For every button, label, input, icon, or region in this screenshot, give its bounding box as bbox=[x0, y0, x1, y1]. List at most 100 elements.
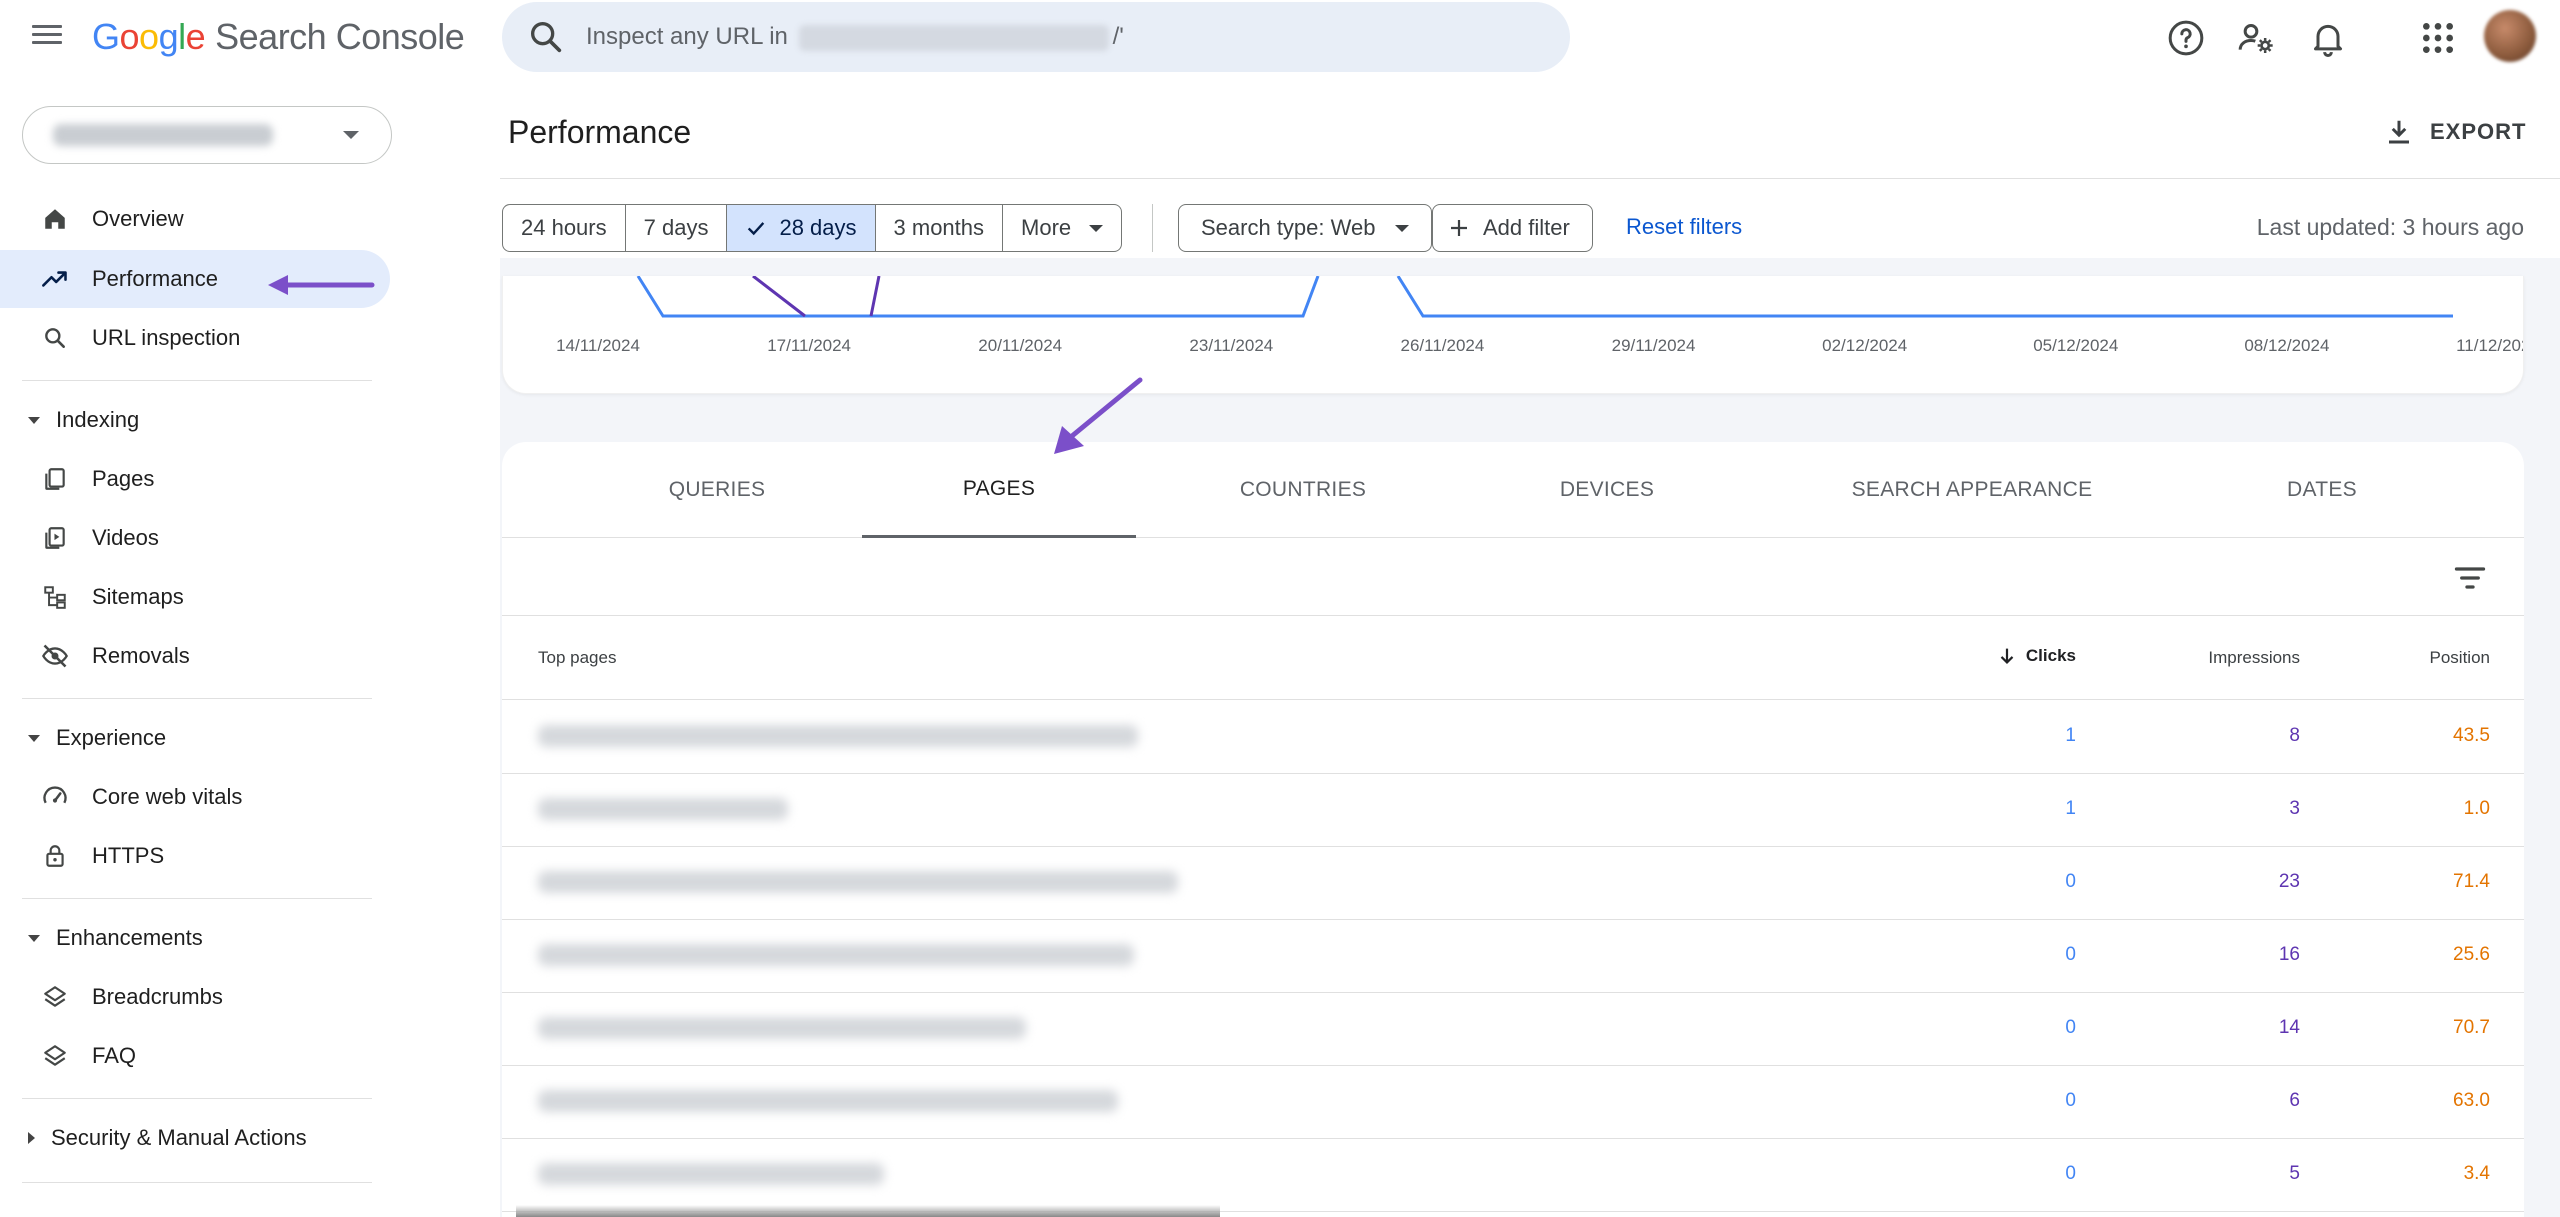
blurred-page-url[interactable] bbox=[538, 1090, 1118, 1112]
tab-queries[interactable]: QUERIES bbox=[602, 442, 832, 538]
sidebar-item-label: Performance bbox=[92, 266, 218, 291]
sidebar-item-url-inspection[interactable]: URL inspection bbox=[0, 309, 390, 367]
search-type-filter[interactable]: Search type: Web bbox=[1178, 204, 1433, 252]
divider bbox=[22, 380, 372, 381]
range-28-days[interactable]: 28 days bbox=[727, 205, 876, 251]
col-header-top-pages[interactable]: Top pages bbox=[538, 648, 616, 668]
cell-position: 3.4 bbox=[2463, 1163, 2490, 1184]
collapse-arrow-icon bbox=[28, 734, 40, 742]
col-header-position[interactable]: Position bbox=[2430, 648, 2490, 668]
filter-list-icon[interactable] bbox=[2452, 560, 2488, 596]
sidebar-item-https[interactable]: HTTPS bbox=[0, 827, 390, 885]
section-security-manual-actions[interactable]: Security & Manual Actions bbox=[0, 1112, 390, 1164]
dropdown-arrow-icon bbox=[1395, 224, 1410, 232]
tab-pages[interactable]: PAGES bbox=[862, 442, 1136, 538]
section-experience[interactable]: Experience bbox=[0, 712, 390, 764]
blurred-page-url[interactable] bbox=[538, 798, 788, 820]
blurred-page-url[interactable] bbox=[538, 1017, 1026, 1039]
sidebar-item-label: FAQ bbox=[92, 1043, 137, 1068]
apps-grid-icon[interactable] bbox=[2418, 18, 2458, 58]
product-name: Search Console bbox=[215, 16, 465, 57]
property-selector[interactable] bbox=[22, 106, 392, 164]
sidebar-item-label: URL inspection bbox=[92, 325, 241, 350]
tab-countries[interactable]: COUNTRIES bbox=[1178, 442, 1428, 538]
table-toolbar bbox=[502, 538, 2524, 616]
home-icon bbox=[40, 204, 70, 234]
sidebar-item-performance[interactable]: Performance bbox=[0, 250, 390, 308]
x-tick-label: 26/11/2024 bbox=[1401, 336, 1485, 355]
sidebar-item-videos[interactable]: Videos bbox=[0, 509, 390, 567]
range-more[interactable]: More bbox=[1003, 205, 1121, 251]
blurred-page-url[interactable] bbox=[538, 944, 1134, 966]
divider bbox=[22, 698, 372, 699]
cell-position: 43.5 bbox=[2453, 725, 2490, 746]
table-row[interactable]: 1 8 43.5 bbox=[502, 701, 2524, 774]
sidebar-item-label: Sitemaps bbox=[92, 584, 184, 609]
sidebar-item-overview[interactable]: Overview bbox=[0, 190, 390, 248]
lock-icon bbox=[40, 841, 70, 871]
cell-impressions: 8 bbox=[2289, 725, 2300, 746]
help-icon[interactable] bbox=[2166, 18, 2206, 58]
sidebar-item-sitemaps[interactable]: Sitemaps bbox=[0, 568, 390, 626]
cell-clicks: 0 bbox=[2065, 944, 2076, 965]
cell-impressions: 23 bbox=[2278, 871, 2300, 892]
search-console-logo[interactable]: Google Search Console bbox=[92, 16, 465, 58]
cell-position: 63.0 bbox=[2453, 1090, 2490, 1111]
sidebar-item-breadcrumbs[interactable]: Breadcrumbs bbox=[0, 968, 390, 1026]
export-button[interactable]: EXPORT bbox=[2384, 110, 2526, 154]
sidebar-item-links-partial[interactable] bbox=[0, 1194, 390, 1217]
collapse-arrow-icon bbox=[28, 416, 40, 424]
blurred-page-url[interactable] bbox=[538, 1163, 884, 1185]
cell-impressions: 14 bbox=[2278, 1017, 2300, 1038]
table-row[interactable]: 0 6 63.0 bbox=[502, 1066, 2524, 1139]
section-title: Enhancements bbox=[56, 925, 203, 950]
table-row[interactable]: 0 5 3.4 bbox=[502, 1139, 2524, 1212]
menu-icon[interactable] bbox=[32, 20, 68, 56]
blurred-page-url[interactable] bbox=[538, 871, 1178, 893]
x-tick-label: 20/11/2024 bbox=[978, 336, 1062, 355]
cell-impressions: 3 bbox=[2289, 798, 2300, 819]
cell-position: 25.6 bbox=[2453, 944, 2490, 965]
tab-search-appearance[interactable]: SEARCH APPEARANCE bbox=[1802, 442, 2142, 538]
sidebar-item-pages[interactable]: Pages bbox=[0, 450, 390, 508]
x-tick-label: 05/12/2024 bbox=[2033, 336, 2118, 355]
reset-filters-link[interactable]: Reset filters bbox=[1626, 214, 1742, 240]
chart-svg: 14/11/2024 17/11/2024 20/11/2024 23/11/2024… bbox=[556, 276, 2523, 355]
table-header: Top pages Clicks Impressions Position bbox=[502, 616, 2524, 700]
col-header-clicks[interactable]: Clicks bbox=[1996, 645, 2076, 667]
section-indexing[interactable]: Indexing bbox=[0, 394, 390, 446]
range-7-days[interactable]: 7 days bbox=[626, 205, 728, 251]
table-row[interactable]: 1 3 1.0 bbox=[502, 774, 2524, 847]
notifications-icon[interactable] bbox=[2308, 18, 2348, 58]
table-row[interactable]: 0 23 71.4 bbox=[502, 847, 2524, 920]
table-row[interactable]: 0 16 25.6 bbox=[502, 920, 2524, 993]
cell-clicks: 0 bbox=[2065, 1017, 2076, 1038]
tab-dates[interactable]: DATES bbox=[2202, 442, 2442, 538]
cell-impressions: 5 bbox=[2289, 1163, 2300, 1184]
cell-clicks: 0 bbox=[2065, 871, 2076, 892]
range-3-months[interactable]: 3 months bbox=[876, 205, 1004, 251]
admin-settings-icon[interactable] bbox=[2236, 18, 2276, 58]
clicks-series-line bbox=[636, 276, 2453, 318]
search-icon bbox=[40, 323, 70, 353]
range-24-hours[interactable]: 24 hours bbox=[503, 205, 626, 251]
sidebar-item-faq[interactable]: FAQ bbox=[0, 1027, 390, 1085]
sidebar-item-removals[interactable]: Removals bbox=[0, 627, 390, 685]
add-filter-button[interactable]: Add filter bbox=[1432, 204, 1593, 252]
url-inspect-search[interactable]: Inspect any URL in /' bbox=[502, 2, 1570, 72]
layers-icon bbox=[40, 982, 70, 1012]
section-enhancements[interactable]: Enhancements bbox=[0, 912, 390, 964]
collapse-arrow-icon bbox=[28, 934, 40, 942]
divider bbox=[1152, 204, 1153, 252]
col-header-impressions[interactable]: Impressions bbox=[2208, 648, 2300, 668]
blurred-page-url[interactable] bbox=[538, 725, 1138, 747]
expand-arrow-icon bbox=[28, 1132, 35, 1144]
table-row[interactable]: 0 14 70.7 bbox=[502, 993, 2524, 1066]
sidebar-item-core-web-vitals[interactable]: Core web vitals bbox=[0, 768, 390, 826]
impressions-series-line bbox=[752, 276, 881, 318]
speed-icon bbox=[40, 782, 70, 812]
date-range-selector: 24 hours 7 days 28 days 3 months More bbox=[502, 204, 1123, 252]
tab-devices[interactable]: DEVICES bbox=[1492, 442, 1722, 538]
account-avatar[interactable] bbox=[2484, 10, 2536, 62]
search-placeholder: Inspect any URL in /' bbox=[586, 23, 1124, 51]
